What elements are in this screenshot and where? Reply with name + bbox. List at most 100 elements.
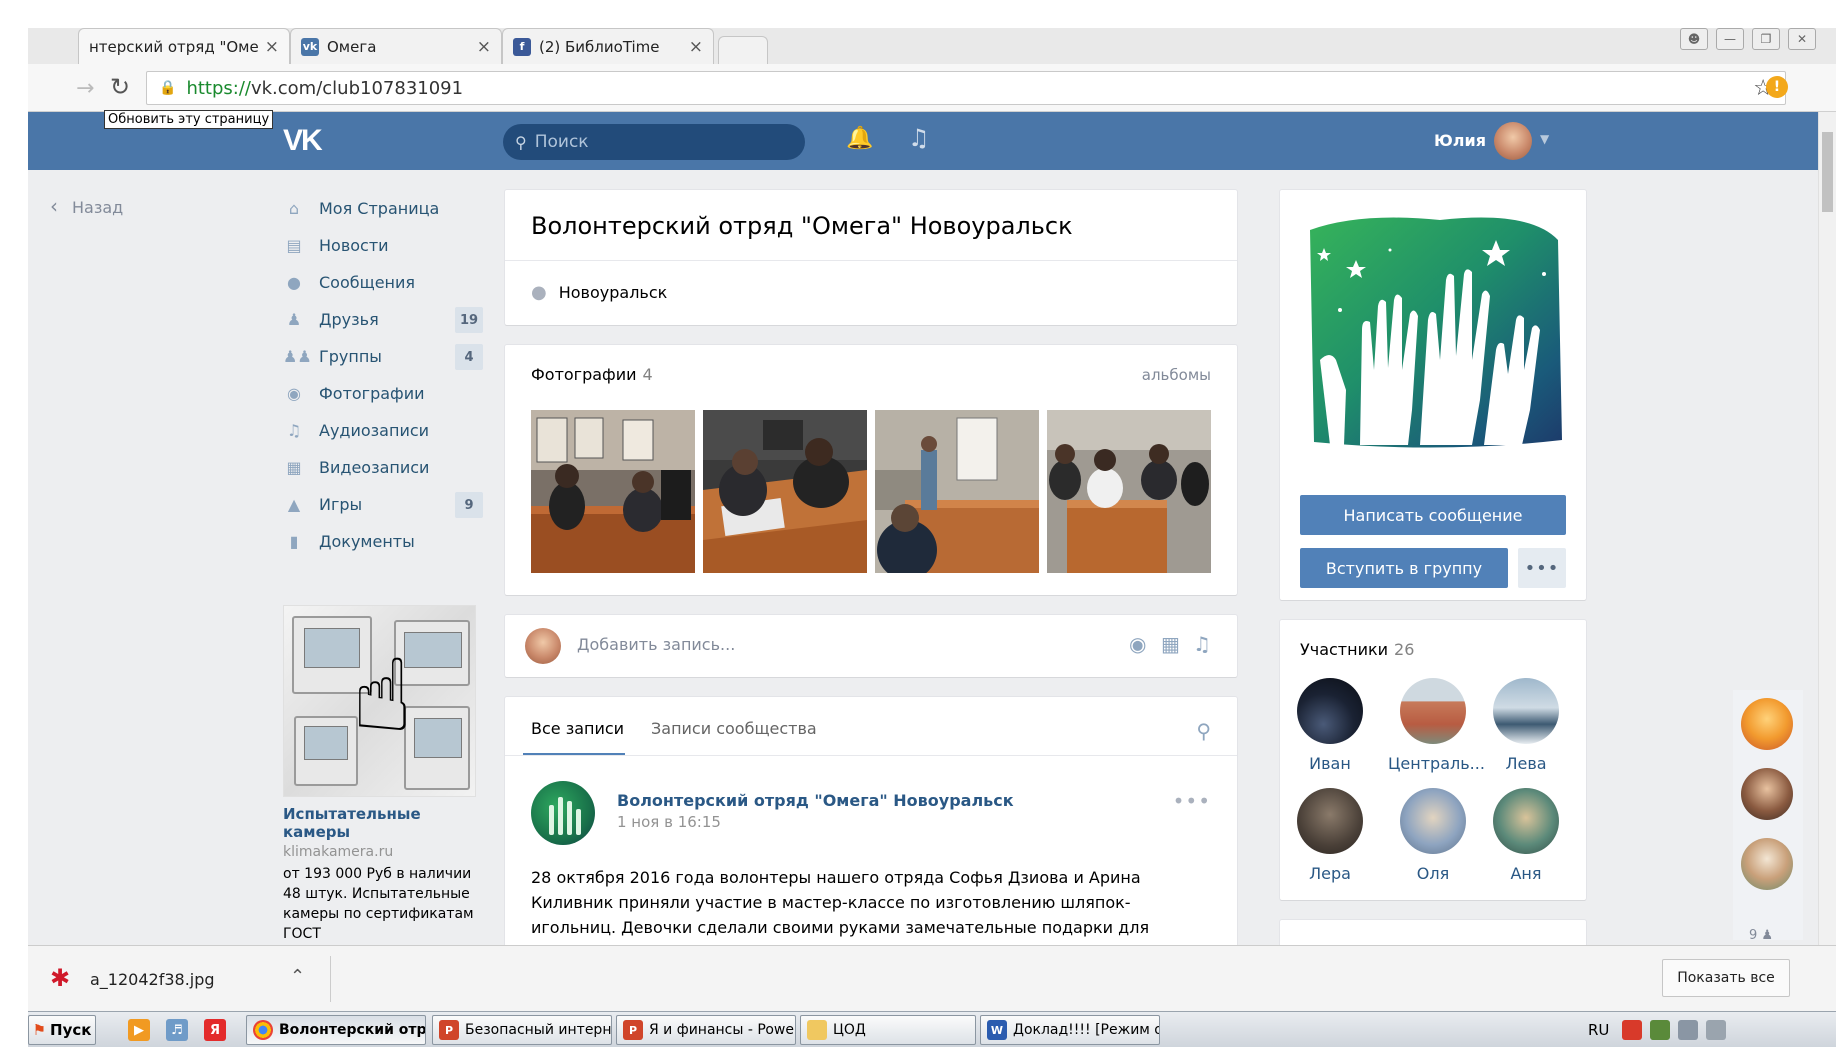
taskbar-item-chrome[interactable]: Волонтерский отряд... xyxy=(246,1015,426,1045)
media-player-icon[interactable]: ▶ xyxy=(128,1019,150,1041)
more-options-icon[interactable]: ••• xyxy=(1173,789,1211,813)
online-friends-count[interactable]: 9 ♟ xyxy=(1749,928,1773,943)
post-author[interactable]: Волонтерский отряд "Омега" Новоуральск xyxy=(617,791,1014,810)
close-window-button[interactable]: ✕ xyxy=(1788,28,1816,50)
photo-thumbnail[interactable] xyxy=(531,410,695,573)
photo-thumbnail[interactable] xyxy=(1047,410,1211,573)
photo-thumbnail[interactable] xyxy=(875,410,1039,573)
taskbar-item-powerpoint-2[interactable]: P Я и финансы - PowerPoint xyxy=(616,1015,796,1045)
show-all-downloads-button[interactable]: Показать все xyxy=(1662,959,1790,997)
url-bar[interactable]: 🔒 https://vk.com/club107831091 ☆ xyxy=(146,71,1786,105)
network-icon[interactable] xyxy=(1650,1020,1670,1040)
chat-contact-avatar[interactable] xyxy=(1741,768,1793,820)
sidebar-item-messages[interactable]: ● Сообщения xyxy=(283,264,483,301)
post-date[interactable]: 1 ноя в 16:15 xyxy=(617,813,721,831)
scrollbar-thumb[interactable] xyxy=(1822,132,1833,212)
address-toolbar: → ↻ 🔒 https://vk.com/club107831091 ☆ ! xyxy=(28,64,1836,112)
member-name: Централь... xyxy=(1388,754,1485,773)
albums-link[interactable]: альбомы xyxy=(1142,366,1211,384)
vk-logo[interactable]: VK xyxy=(283,124,323,158)
search-input[interactable]: ⚲ Поиск xyxy=(503,124,805,160)
chevron-up-icon[interactable]: ⌃ xyxy=(290,966,305,987)
minimize-button[interactable]: — xyxy=(1716,28,1744,50)
camera-icon[interactable]: ◉ xyxy=(1129,632,1146,656)
member-item[interactable]: Лера xyxy=(1285,788,1375,883)
powerpoint-icon: P xyxy=(439,1020,459,1040)
page-body: ‹ Назад ⌂ Моя Страница ▤ Новости ● Сообщения… xyxy=(28,170,1818,945)
group-location: ● Новоуральск xyxy=(531,282,667,303)
sidebar-item-video[interactable]: ▦ Видеозаписи xyxy=(283,449,483,486)
ad-image[interactable]: ☝ xyxy=(283,605,476,797)
user-name[interactable]: Юлия xyxy=(1434,131,1486,150)
tab-all-posts[interactable]: Все записи xyxy=(531,719,624,738)
language-indicator[interactable]: RU xyxy=(1588,1021,1609,1039)
speaker-icon[interactable]: ♬ xyxy=(166,1019,188,1041)
taskbar-item-powerpoint-1[interactable]: P Безопасный интернет -... xyxy=(432,1015,612,1045)
chat-contact-avatar[interactable] xyxy=(1741,698,1793,750)
music-icon[interactable]: ♫ xyxy=(908,124,930,152)
close-tab-icon[interactable]: × xyxy=(477,37,491,57)
antivirus-icon[interactable] xyxy=(1622,1020,1642,1040)
profile-icon[interactable]: ☻ xyxy=(1680,28,1708,50)
chevron-down-icon[interactable]: ▼ xyxy=(1540,132,1549,146)
chat-contact-avatar[interactable] xyxy=(1741,838,1793,890)
taskbar-item-folder[interactable]: ЦОД xyxy=(800,1015,976,1045)
sidebar-item-audio[interactable]: ♫ Аудиозаписи xyxy=(283,412,483,449)
yandex-icon[interactable]: Я xyxy=(204,1019,226,1041)
member-item[interactable]: Иван xyxy=(1285,678,1375,773)
scrollbar[interactable] xyxy=(1818,112,1836,945)
maximize-button[interactable]: ❐ xyxy=(1752,28,1780,50)
member-item[interactable]: Централь... xyxy=(1388,678,1485,773)
member-item[interactable]: Аня xyxy=(1481,788,1571,883)
browser-tab-omega[interactable]: vk Омега × xyxy=(290,28,502,64)
battery-icon[interactable] xyxy=(1678,1020,1698,1040)
member-item[interactable]: Лева xyxy=(1481,678,1571,773)
taskbar-item-word[interactable]: W Доклад!!!! [Режим огра... xyxy=(980,1015,1160,1045)
sidebar-item-friends[interactable]: ♟ Друзья 19 xyxy=(283,301,483,338)
download-item[interactable]: a_12042f38.jpg xyxy=(90,970,215,989)
search-placeholder: Поиск xyxy=(534,132,589,152)
sidebar-item-label: Фотографии xyxy=(319,384,425,403)
extension-alert-icon[interactable]: ! xyxy=(1766,76,1788,98)
join-group-button[interactable]: Вступить в группу xyxy=(1300,548,1508,588)
forward-arrow-icon[interactable]: → xyxy=(76,76,94,101)
bell-icon[interactable]: 🔔 xyxy=(846,126,873,151)
close-tab-icon[interactable]: × xyxy=(689,37,703,57)
tab-community-posts[interactable]: Записи сообщества xyxy=(651,719,817,738)
sidebar-item-my-page[interactable]: ⌂ Моя Страница xyxy=(283,190,483,227)
photo-thumbnail[interactable] xyxy=(703,410,867,573)
members-count: 26 xyxy=(1394,640,1415,659)
post-author-avatar[interactable] xyxy=(531,781,595,845)
photos-heading[interactable]: Фотографии 4 xyxy=(531,365,653,384)
sidebar-item-games[interactable]: ▲ Игры 9 xyxy=(283,486,483,523)
group-cover-image[interactable] xyxy=(1300,210,1566,455)
location-pin-icon: ● xyxy=(531,282,547,303)
new-tab-button[interactable] xyxy=(718,36,768,64)
volume-icon[interactable] xyxy=(1706,1020,1726,1040)
member-item[interactable]: Оля xyxy=(1388,788,1478,883)
avatar xyxy=(1400,678,1466,744)
start-button[interactable]: ⚑ Пуск xyxy=(28,1015,96,1045)
reload-icon[interactable]: ↻ xyxy=(110,73,130,101)
sidebar-item-photos[interactable]: ◉ Фотографии xyxy=(283,375,483,412)
search-icon[interactable]: ⚲ xyxy=(1196,719,1211,743)
members-heading[interactable]: Участники 26 xyxy=(1300,640,1414,659)
add-post-input[interactable]: Добавить запись... xyxy=(577,635,735,654)
sidebar-item-groups[interactable]: ♟♟ Группы 4 xyxy=(283,338,483,375)
back-link[interactable]: ‹ Назад xyxy=(50,194,123,218)
music-icon[interactable]: ♫ xyxy=(1193,632,1211,656)
browser-tab-bibliotime[interactable]: f (2) БиблиоTime × xyxy=(502,28,714,64)
ad-title[interactable]: Испытательные камеры xyxy=(283,805,478,841)
avatar[interactable] xyxy=(1494,122,1532,160)
more-actions-button[interactable]: ••• xyxy=(1518,548,1566,588)
browser-tab-vk-group[interactable]: нтерский отряд "Оме × xyxy=(78,28,290,64)
sidebar-item-documents[interactable]: ▮ Документы xyxy=(283,523,483,560)
close-tab-icon[interactable]: × xyxy=(265,37,279,57)
advertisement[interactable]: ☝ Испытательные камеры klimakamera.ru от… xyxy=(283,605,478,944)
video-icon[interactable]: ▦ xyxy=(1161,632,1180,656)
write-message-button[interactable]: Написать сообщение xyxy=(1300,495,1566,535)
post-composer[interactable]: Добавить запись... ◉ ▦ ♫ xyxy=(505,615,1237,677)
task-label: Я и финансы - PowerPoint xyxy=(649,1022,796,1038)
sidebar-item-news[interactable]: ▤ Новости xyxy=(283,227,483,264)
games-count-badge: 9 xyxy=(455,492,483,518)
